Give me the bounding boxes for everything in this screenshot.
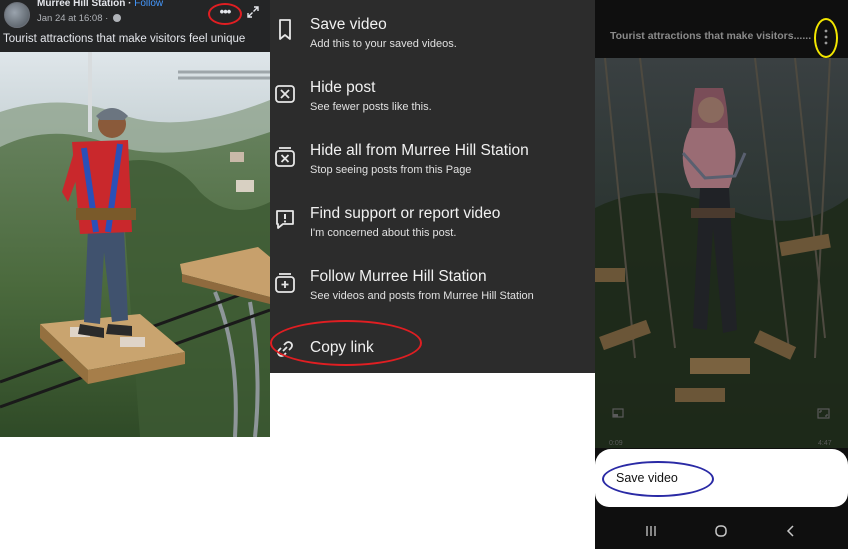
menu-item-title: Save video bbox=[310, 16, 387, 33]
time-elapsed: 0:09 bbox=[609, 440, 623, 447]
menu-item-subtitle: See videos and posts from Murree Hill St… bbox=[310, 290, 534, 302]
menu-item-hide-post[interactable]: Hide post See fewer posts like this. bbox=[270, 79, 595, 135]
menu-item-subtitle: See fewer posts like this. bbox=[310, 101, 432, 113]
globe-icon bbox=[112, 14, 121, 22]
name-separator: · bbox=[125, 0, 135, 9]
menu-item-subtitle: Add this to your saved videos. bbox=[310, 38, 457, 50]
back-icon[interactable] bbox=[783, 523, 799, 539]
recents-icon[interactable] bbox=[643, 523, 659, 539]
menu-item-title: Hide post bbox=[310, 79, 376, 96]
bottom-sheet: Save video bbox=[595, 449, 848, 507]
post-date: Jan 24 at 16:08 · bbox=[37, 13, 111, 24]
hide-icon bbox=[275, 85, 295, 103]
page-avatar[interactable] bbox=[4, 2, 30, 28]
post-video-thumbnail[interactable] bbox=[0, 52, 270, 437]
page-name-link[interactable]: Murree Hill Station bbox=[37, 0, 125, 9]
post-caption: Tourist attractions that make visitors f… bbox=[3, 33, 246, 45]
post-header: Murree Hill Station · Follow Jan 24 at 1… bbox=[0, 0, 270, 52]
menu-item-title: Find support or report video bbox=[310, 205, 501, 222]
follow-icon bbox=[275, 273, 295, 293]
menu-item-follow[interactable]: Follow Murree Hill Station See videos an… bbox=[270, 268, 595, 324]
video-frame[interactable] bbox=[595, 58, 848, 448]
post-options-menu: Save video Add this to your saved videos… bbox=[270, 0, 595, 373]
time-total: 4:47 bbox=[818, 440, 832, 447]
minimize-icon[interactable] bbox=[612, 408, 624, 418]
fullscreen-icon[interactable] bbox=[817, 408, 830, 419]
annotation-ellipse-blue bbox=[602, 461, 714, 497]
menu-item-hide-all[interactable]: Hide all from Murree Hill Station Stop s… bbox=[270, 142, 595, 198]
follow-link[interactable]: Follow bbox=[134, 0, 163, 9]
page-name-line: Murree Hill Station · Follow bbox=[37, 0, 163, 9]
home-icon[interactable] bbox=[713, 523, 729, 539]
menu-item-subtitle: I'm concerned about this post. bbox=[310, 227, 457, 239]
annotation-ellipse-red bbox=[270, 320, 422, 366]
menu-item-report[interactable]: Find support or report video I'm concern… bbox=[270, 205, 595, 261]
expand-icon[interactable] bbox=[246, 5, 260, 19]
annotation-circle-red bbox=[208, 3, 242, 25]
report-icon bbox=[276, 210, 294, 229]
android-nav-bar bbox=[595, 513, 848, 549]
video-player-panel: Tourist attractions that make visitors..… bbox=[595, 0, 848, 549]
menu-item-title: Follow Murree Hill Station bbox=[310, 268, 487, 285]
annotation-ellipse-yellow bbox=[814, 18, 838, 58]
feed-post-panel: Murree Hill Station · Follow Jan 24 at 1… bbox=[0, 0, 270, 437]
bookmark-icon bbox=[279, 19, 291, 40]
menu-item-save-video[interactable]: Save video Add this to your saved videos… bbox=[270, 16, 595, 72]
post-timestamp: Jan 24 at 16:08 · bbox=[37, 13, 121, 24]
menu-item-title: Hide all from Murree Hill Station bbox=[310, 142, 529, 159]
menu-item-subtitle: Stop seeing posts from this Page bbox=[310, 164, 472, 176]
hide-all-icon bbox=[275, 147, 295, 167]
video-title: Tourist attractions that make visitors..… bbox=[610, 30, 812, 42]
